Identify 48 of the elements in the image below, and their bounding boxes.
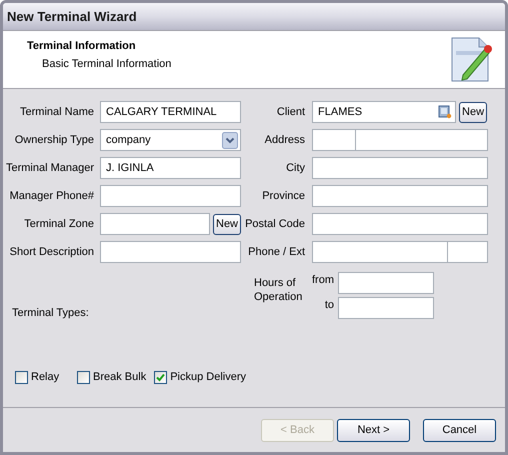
section-label: Terminal Types: <box>12 307 89 319</box>
text-field[interactable] <box>100 241 241 263</box>
wizard-button[interactable]: Cancel <box>423 418 496 442</box>
checkbox[interactable] <box>77 370 90 384</box>
text-field[interactable] <box>312 157 488 179</box>
field-label: Terminal Zone <box>23 216 94 232</box>
text-field[interactable] <box>448 241 488 263</box>
field-label: Phone / Ext <box>247 244 306 260</box>
field-label: Short Description <box>8 244 94 260</box>
field-label: Terminal Name <box>19 104 94 120</box>
dropdown-field[interactable]: company <box>100 129 241 151</box>
field-label: Manager Phone# <box>8 188 94 204</box>
time-field[interactable] <box>338 297 434 319</box>
time-label: to <box>324 298 335 313</box>
text-field[interactable] <box>356 129 488 151</box>
text-field[interactable] <box>100 185 241 207</box>
field-label: Postal Code <box>244 216 306 232</box>
document-edit-icon <box>451 37 493 83</box>
header-title: Terminal Information <box>27 39 137 54</box>
text-field[interactable] <box>312 241 448 263</box>
checkbox-label: Pickup Delivery <box>170 370 246 385</box>
field-label: Terminal Manager <box>4 160 94 176</box>
text-field[interactable] <box>312 129 356 151</box>
text-field[interactable] <box>312 213 488 235</box>
new-button[interactable]: New <box>459 102 488 122</box>
checkbox-label: Break Bulk <box>93 370 146 385</box>
check-icon <box>156 372 166 382</box>
new-button[interactable]: New <box>213 214 242 234</box>
field-label: Address <box>264 132 306 148</box>
field-label: City <box>285 160 306 176</box>
text-field[interactable] <box>312 185 488 207</box>
field-label: Ownership Type <box>14 132 94 148</box>
checkbox[interactable] <box>154 370 168 384</box>
checkbox-label: Relay <box>31 370 60 385</box>
time-label: from <box>311 273 335 288</box>
field-label: Province <box>261 188 306 204</box>
time-field[interactable] <box>338 272 434 294</box>
text-field[interactable]: J. IGINLA <box>100 157 241 179</box>
checkbox[interactable] <box>15 370 28 384</box>
lookup-field[interactable]: FLAMES <box>312 101 456 123</box>
text-field[interactable] <box>100 213 210 235</box>
hours-label: Hours of Operation <box>254 276 304 305</box>
text-field[interactable]: CALGARY TERMINAL <box>100 101 241 123</box>
header-subtitle: Basic Terminal Information <box>41 56 172 72</box>
lookup-icon[interactable] <box>438 105 452 119</box>
wizard-button[interactable]: Next > <box>337 418 410 442</box>
window-title: New Terminal Wizard <box>7 8 137 26</box>
field-label: Client <box>276 104 306 120</box>
